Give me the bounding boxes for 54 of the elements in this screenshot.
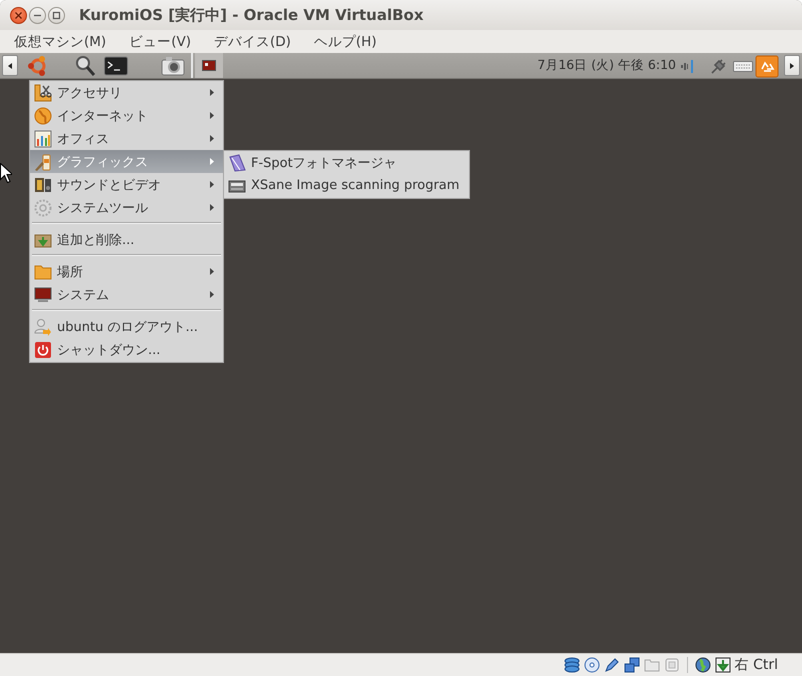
menu-item[interactable]: オフィス — [30, 127, 223, 150]
caret-right-icon — [790, 62, 794, 68]
power-icon — [34, 340, 52, 358]
crystal-icon — [228, 154, 246, 172]
disc-icon[interactable] — [584, 657, 600, 673]
search-icon[interactable] — [74, 54, 96, 76]
menu-item[interactable]: F-Spotフォトマネージャ — [224, 151, 469, 174]
folder-icon — [34, 262, 52, 280]
menu-item[interactable]: 場所 — [30, 260, 223, 283]
minimize-button[interactable] — [29, 6, 46, 24]
ruler-icon — [34, 84, 52, 102]
camera-icon[interactable] — [161, 54, 185, 76]
maximize-button[interactable] — [48, 6, 65, 24]
menu-item[interactable]: アクセサリ — [30, 81, 223, 104]
keyboard-icon[interactable] — [733, 58, 753, 72]
film-icon — [34, 176, 52, 194]
monitor-icon — [34, 286, 52, 304]
menu-item[interactable]: インターネット — [30, 104, 223, 127]
menu-item[interactable]: システム — [30, 283, 223, 306]
chart-icon — [34, 130, 52, 148]
pen-icon[interactable] — [604, 657, 620, 673]
menu-item[interactable]: 追加と削除... — [30, 228, 223, 251]
globe-icon[interactable] — [694, 657, 711, 673]
globe-icon — [34, 106, 52, 124]
mouse-cursor-icon — [0, 163, 12, 183]
signal-icon[interactable] — [680, 58, 694, 72]
download-icon[interactable] — [714, 657, 731, 673]
menu-item[interactable]: ビュー(V) — [121, 32, 199, 50]
brush-icon — [34, 152, 52, 170]
menu-item[interactable]: ヘルプ(H) — [306, 32, 385, 50]
scroll-right-button[interactable] — [784, 55, 800, 76]
gear-icon — [34, 198, 52, 216]
menu-item[interactable]: シャットダウン... — [30, 338, 223, 361]
user-icon — [34, 318, 52, 336]
clock[interactable]: 7月16日 (火) 午後 6:10 — [537, 57, 676, 74]
network-icon[interactable] — [624, 657, 640, 673]
menu-item[interactable]: サウンドとビデオ — [30, 173, 223, 196]
window-title: KuromiOS [実行中] - Oracle VM VirtualBox — [79, 6, 424, 24]
close-icon — [14, 10, 23, 20]
menu-item[interactable]: システムツール — [30, 196, 223, 219]
menu-item[interactable]: XSane Image scanning program — [224, 174, 469, 197]
menu-item[interactable]: 仮想マシン(M) — [6, 32, 114, 50]
plug-icon[interactable] — [710, 56, 728, 74]
maximize-icon — [52, 10, 61, 20]
terminal-icon[interactable] — [104, 56, 128, 76]
host-key-label: 右 Ctrl — [734, 656, 778, 674]
recycle-icon[interactable] — [755, 54, 779, 78]
close-button[interactable] — [10, 6, 27, 24]
menu-item[interactable]: デバイス(D) — [206, 32, 299, 50]
disk-stack-icon[interactable] — [564, 657, 580, 673]
menu-item[interactable]: ubuntu のログアウト... — [30, 315, 223, 338]
scroll-left-button[interactable] — [2, 55, 18, 76]
window-icon[interactable] — [202, 60, 216, 71]
caret-left-icon — [8, 62, 12, 68]
